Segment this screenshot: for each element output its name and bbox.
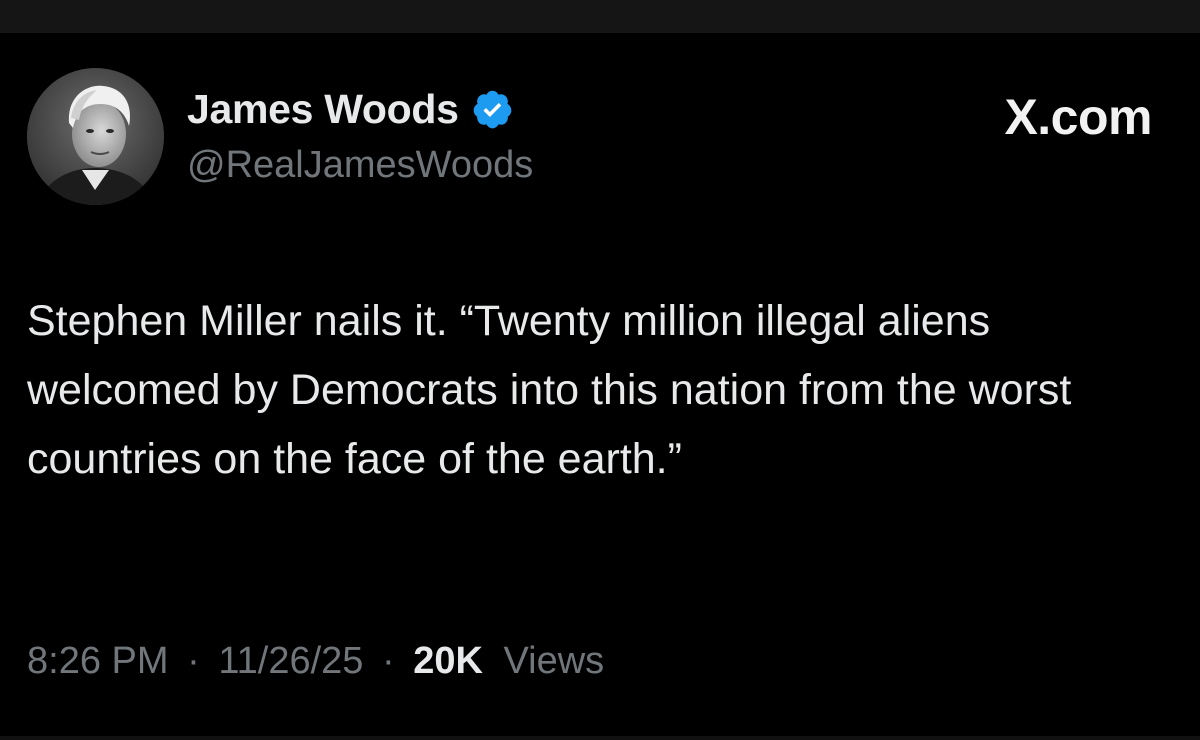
author-display-name[interactable]: James Woods bbox=[187, 86, 459, 133]
tweet-text: Stephen Miller nails it. “Twenty million… bbox=[27, 297, 1084, 483]
portrait-image bbox=[27, 68, 164, 205]
tweet-date[interactable]: 11/26/25 bbox=[218, 640, 363, 682]
verified-badge-icon bbox=[471, 88, 514, 131]
views-count[interactable]: 20K bbox=[413, 640, 483, 682]
views-label: Views bbox=[503, 640, 605, 682]
x-com-logo: X.com bbox=[1004, 89, 1152, 145]
meta-separator: · bbox=[381, 640, 395, 682]
avatar[interactable] bbox=[27, 68, 164, 205]
top-edge-bar bbox=[0, 0, 1200, 33]
tweet-time[interactable]: 8:26 PM bbox=[27, 640, 169, 682]
author-handle[interactable]: @RealJamesWoods bbox=[187, 144, 533, 187]
meta-separator: · bbox=[187, 640, 200, 682]
author-name-row: James Woods bbox=[187, 84, 514, 134]
bottom-edge-bar bbox=[0, 736, 1200, 740]
tweet-metadata: 8:26 PM · 11/26/25 · 20K Views bbox=[27, 640, 604, 683]
